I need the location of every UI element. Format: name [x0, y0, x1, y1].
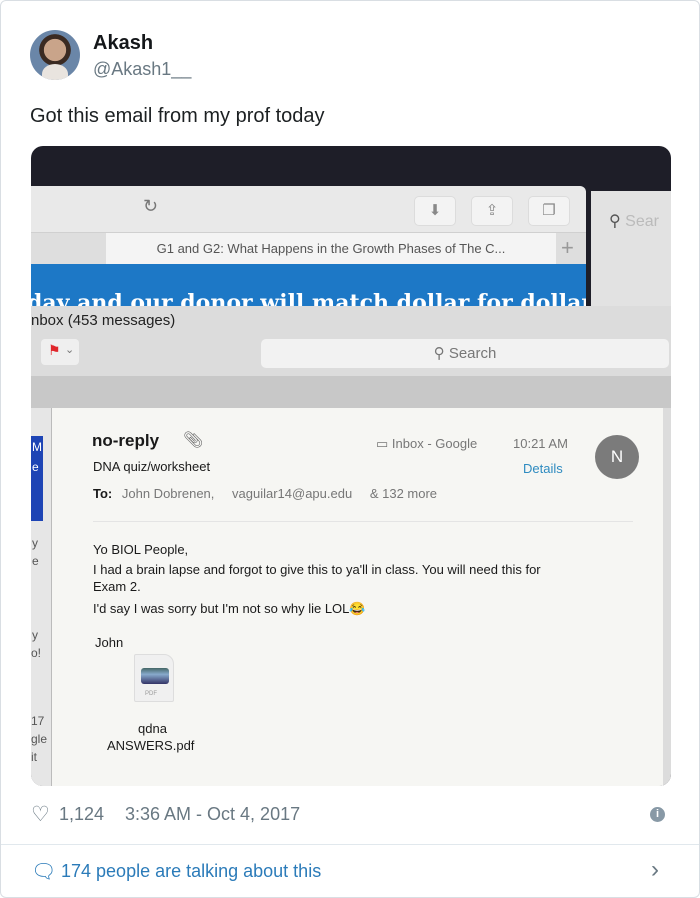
download-icon: ⬇ [414, 196, 456, 226]
search-icon: ⚲ [433, 345, 445, 362]
body-line: Yo BIOL People, [93, 542, 189, 557]
attachment-name: qdna [138, 721, 167, 736]
fragment: gle [31, 732, 48, 746]
tab-bar: G1 and G2: What Happens in the Growth Ph… [31, 232, 586, 266]
details-link: Details [523, 461, 563, 476]
search-placeholder: Search [448, 345, 497, 362]
author-handle[interactable]: @Akash1__ [93, 59, 191, 80]
tweet-card: Akash @Akash1__ Got this email from my p… [0, 0, 700, 898]
tweet-photo[interactable]: ↻ ⬇ ⇪ ❐ G1 and G2: What Happens in the G… [31, 146, 671, 786]
fragment: e [32, 460, 39, 474]
chevron-down-icon: ⌄ [65, 344, 75, 356]
fragment: 17 [31, 714, 45, 728]
divider [1, 844, 699, 845]
to-label: To: [93, 486, 113, 501]
mail-time: 10:21 AM [513, 436, 568, 451]
recipient: John Dobrenen, [121, 486, 215, 501]
chevron-right-icon[interactable]: › [651, 856, 659, 884]
flag-icon: ⚑ [48, 342, 61, 358]
fragment: o! [31, 646, 42, 660]
tabs-icon: ❐ [528, 196, 570, 226]
like-count[interactable]: 1,124 [59, 804, 104, 825]
paperclip-icon: 📎︎ [183, 432, 204, 449]
search-icon: ⚲ [609, 213, 621, 230]
fragment: it [31, 750, 37, 764]
pdf-attachment-icon: PDF [134, 654, 174, 702]
mail-window-title: nbox (453 messages) [31, 312, 176, 329]
plus-icon: + [561, 235, 574, 260]
mailbox: Inbox - Google [391, 436, 478, 451]
fragment: y [32, 628, 38, 642]
search-fragment: Sear [625, 213, 659, 230]
timestamp[interactable]: 3:36 AM - Oct 4, 2017 [125, 804, 300, 825]
avatar[interactable] [30, 30, 80, 80]
recipient: vaguilar14@apu.edu [232, 486, 353, 501]
page-banner: day and our donor will match dollar for … [31, 264, 586, 309]
talking-link[interactable]: 174 people are talking about this [61, 861, 321, 882]
author-name[interactable]: Akash [93, 32, 153, 55]
subject: DNA quiz/worksheet [93, 459, 211, 474]
sender-avatar: N [595, 435, 639, 479]
info-icon[interactable]: i [650, 807, 665, 822]
reload-icon: ↻ [143, 196, 159, 216]
body-line: I had a brain lapse and forgot to give t… [93, 562, 541, 577]
fragment: e [32, 554, 39, 568]
flag-button: ⚑ ⌄ [41, 339, 79, 365]
folder-icon: ▭ [376, 436, 389, 451]
fragment: y [32, 536, 38, 550]
comment-icon[interactable]: 🗨︎ [31, 859, 56, 884]
heart-icon[interactable]: ♡ [31, 802, 50, 827]
sender: no-reply [92, 431, 160, 450]
attachment-name: ANSWERS.pdf [107, 738, 195, 753]
body-line: Exam 2. [93, 579, 141, 594]
browser-tab: G1 and G2: What Happens in the Growth Ph… [106, 233, 556, 266]
fragment: M [32, 440, 42, 454]
pdf-label: PDF [145, 691, 157, 697]
background-window: ⚲ Sear [591, 191, 671, 311]
signature: John [95, 635, 124, 650]
message-list-edge: M e y e y o! 17 gle it [31, 408, 51, 786]
body-line: I'd say I was sorry but I'm not so why l… [93, 601, 366, 616]
tweet-text: Got this email from my prof today [30, 105, 325, 127]
mail-search: ⚲ Search [261, 339, 669, 368]
recipient-more: & 132 more [369, 486, 438, 501]
share-icon: ⇪ [471, 196, 513, 226]
divider [93, 521, 633, 522]
toolbar-band [31, 376, 671, 408]
